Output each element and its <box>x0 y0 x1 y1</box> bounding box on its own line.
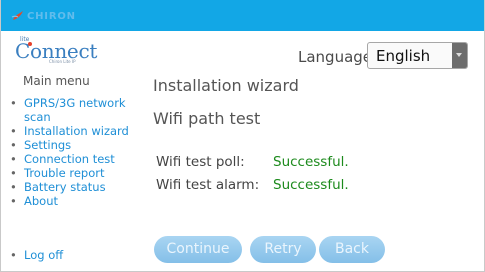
menu-title: Main menu <box>23 74 90 88</box>
result-label: Wifi test poll: <box>156 154 245 170</box>
flame-icon <box>11 11 23 20</box>
section-title: Wifi path test <box>153 109 261 128</box>
language-value: English <box>376 47 431 65</box>
result-row: Wifi test alarm: Successful. <box>156 177 349 193</box>
logo-dot <box>28 42 32 46</box>
logoff-menu: Log off <box>8 248 63 262</box>
result-value: Successful. <box>273 154 349 170</box>
result-label: Wifi test alarm: <box>156 177 260 193</box>
menu-item-trouble-report[interactable]: Trouble report <box>8 166 138 180</box>
menu-item-about[interactable]: About <box>8 194 138 208</box>
menu-item-connection-test[interactable]: Connection test <box>8 152 138 166</box>
back-button[interactable]: Back <box>319 236 385 263</box>
brand-logo: CHIRON <box>11 9 76 23</box>
menu-item-gprs-scan[interactable]: GPRS/3G network scan <box>8 96 138 124</box>
product-logo: lite Connect Chiron Lite IP <box>15 35 97 65</box>
main-menu: GPRS/3G network scan Installation wizard… <box>8 96 138 208</box>
log-off-link[interactable]: Log off <box>8 248 63 262</box>
menu-item-battery-status[interactable]: Battery status <box>8 180 138 194</box>
brand-name: CHIRON <box>27 10 76 22</box>
language-label: Language: <box>298 48 378 66</box>
result-value: Successful. <box>273 177 349 193</box>
continue-button[interactable]: Continue <box>154 236 242 263</box>
top-bar: CHIRON <box>1 0 484 31</box>
result-row: Wifi test poll: Successful. <box>156 154 349 170</box>
chevron-down-icon[interactable] <box>452 43 467 68</box>
page-title: Installation wizard <box>153 76 299 95</box>
logo-subtext: Chiron Lite IP <box>49 59 76 64</box>
language-select[interactable]: English <box>367 42 468 69</box>
menu-item-installation-wizard[interactable]: Installation wizard <box>8 124 138 138</box>
retry-button[interactable]: Retry <box>250 236 316 263</box>
menu-item-settings[interactable]: Settings <box>8 138 138 152</box>
